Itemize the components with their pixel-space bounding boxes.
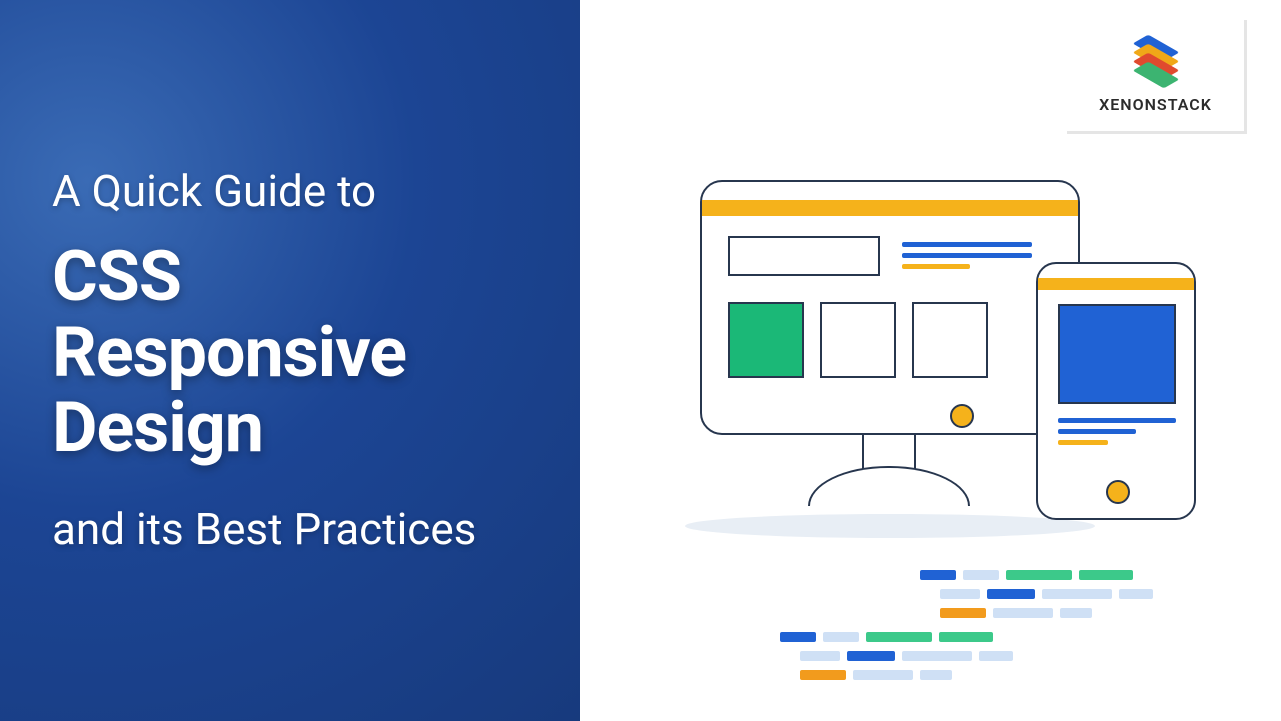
right-panel: XENONSTACK bbox=[580, 0, 1281, 721]
shadow-ellipse bbox=[685, 514, 1095, 538]
stack-icon bbox=[1134, 37, 1178, 85]
monitor-icon bbox=[700, 180, 1080, 435]
phone-icon bbox=[1036, 262, 1196, 520]
left-panel: A Quick Guide to CSS Responsive Design a… bbox=[0, 0, 580, 721]
heading-main: CSS Responsive Design bbox=[52, 240, 530, 467]
heading-pre: A Quick Guide to bbox=[52, 165, 530, 218]
code-decoration-2 bbox=[780, 632, 1013, 680]
heading-post: and its Best Practices bbox=[52, 503, 530, 556]
devices-illustration bbox=[630, 180, 1230, 540]
brand-logo: XENONSTACK bbox=[1067, 20, 1247, 134]
code-decoration-1 bbox=[920, 570, 1153, 618]
monitor-base bbox=[808, 466, 970, 506]
banner-container: A Quick Guide to CSS Responsive Design a… bbox=[0, 0, 1281, 721]
brand-name: XENONSTACK bbox=[1099, 95, 1212, 114]
